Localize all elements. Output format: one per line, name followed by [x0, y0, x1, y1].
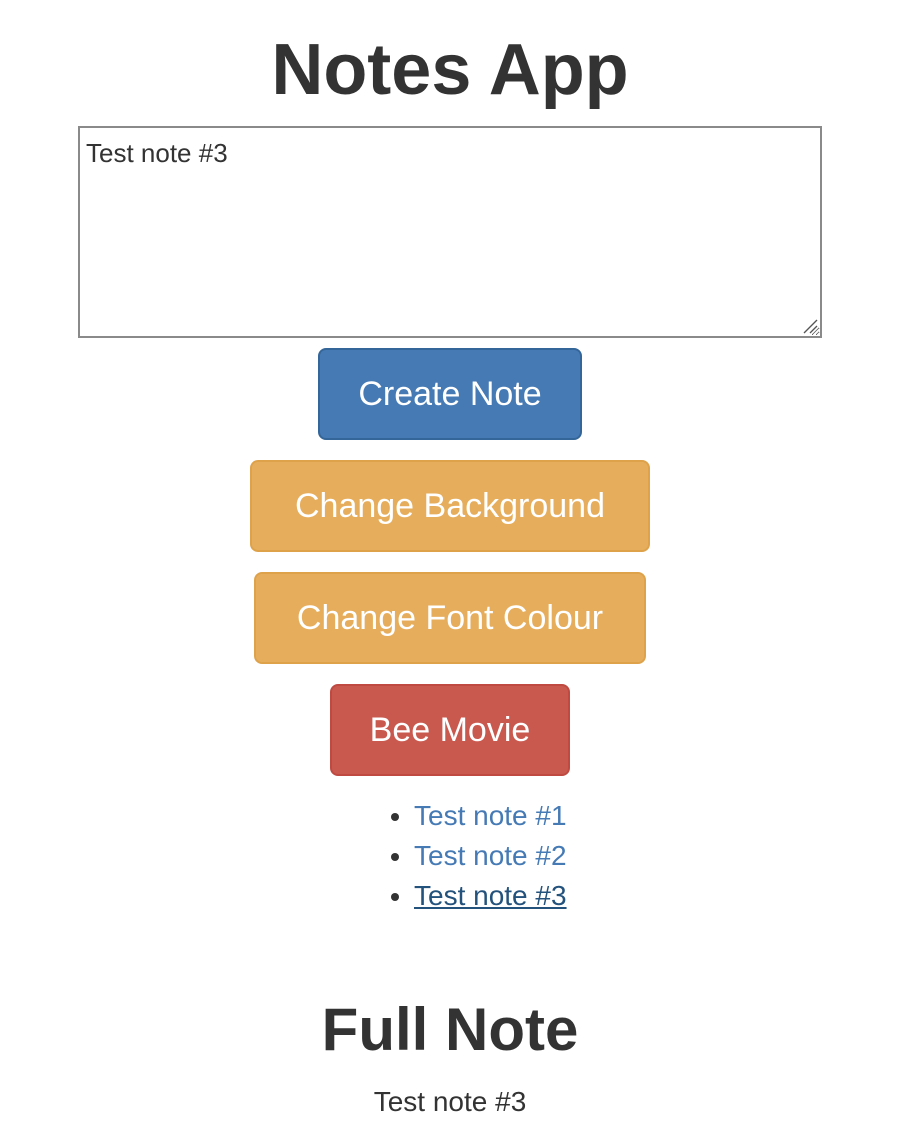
create-note-button[interactable]: Create Note [318, 348, 582, 440]
change-background-button-label: Change Background [294, 486, 605, 525]
bee-movie-button-label: Bee Movie [369, 710, 531, 749]
full-note-text: Test note #3 [373, 1086, 527, 1117]
notes-list: Test note #1 Test note #2 Test note #3 [360, 796, 567, 916]
notes-app-page: Notes App Create Note Change Background … [0, 0, 916, 1136]
note-link-3[interactable]: Test note #3 [414, 880, 567, 911]
resize-grip-icon[interactable] [802, 318, 818, 334]
full-note-heading: Full Note [321, 996, 579, 1063]
list-item: Test note #2 [414, 836, 567, 876]
list-item: Test note #3 [414, 876, 567, 916]
list-item: Test note #1 [414, 796, 567, 836]
change-font-colour-button-label: Change Font Colour [296, 598, 604, 637]
bee-movie-button[interactable]: Bee Movie [330, 684, 570, 776]
change-background-button[interactable]: Change Background [250, 460, 650, 552]
create-note-button-label: Create Note [358, 374, 542, 413]
note-link-2[interactable]: Test note #2 [414, 840, 567, 871]
change-font-colour-button[interactable]: Change Font Colour [254, 572, 646, 664]
note-link-1[interactable]: Test note #1 [414, 800, 567, 831]
note-textarea[interactable] [78, 126, 822, 338]
app-title: Notes App [271, 30, 629, 110]
